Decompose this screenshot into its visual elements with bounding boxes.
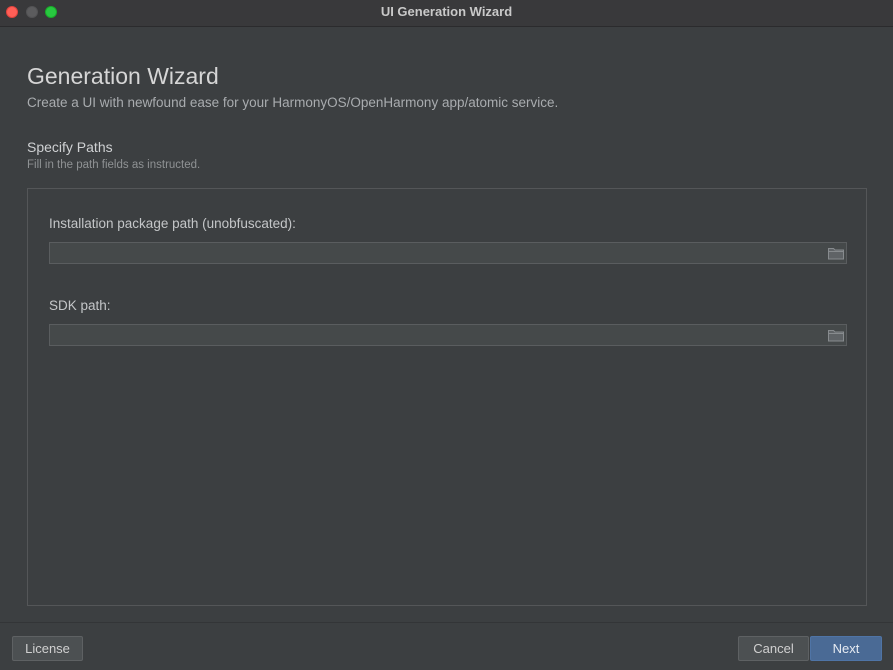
sdk-path-field	[49, 324, 847, 346]
package-path-browse-button[interactable]	[827, 245, 845, 261]
dialog-footer: License Cancel Next	[0, 622, 893, 670]
folder-icon	[828, 330, 844, 342]
sdk-path-browse-button[interactable]	[827, 327, 845, 343]
package-path-label: Installation package path (unobfuscated)…	[49, 216, 296, 231]
folder-icon	[828, 248, 844, 260]
window-title: UI Generation Wizard	[380, 4, 513, 19]
package-path-input[interactable]	[50, 243, 820, 263]
license-button[interactable]: License	[12, 636, 83, 661]
section-subtitle: Fill in the path fields as instructed.	[27, 159, 201, 171]
paths-panel: Installation package path (unobfuscated)…	[27, 188, 867, 606]
sdk-path-label: SDK path:	[49, 298, 111, 313]
section-title: Specify Paths	[27, 139, 113, 155]
page-subtitle: Create a UI with newfound ease for your …	[27, 95, 559, 110]
page-title: Generation Wizard	[27, 63, 219, 89]
package-path-field	[49, 242, 847, 264]
title-bar: UI Generation Wizard	[0, 0, 893, 27]
cancel-button[interactable]: Cancel	[738, 636, 809, 661]
wizard-window: UI Generation Wizard Generation Wizard C…	[0, 0, 893, 670]
next-button[interactable]: Next	[810, 636, 882, 661]
sdk-path-input[interactable]	[50, 325, 820, 345]
